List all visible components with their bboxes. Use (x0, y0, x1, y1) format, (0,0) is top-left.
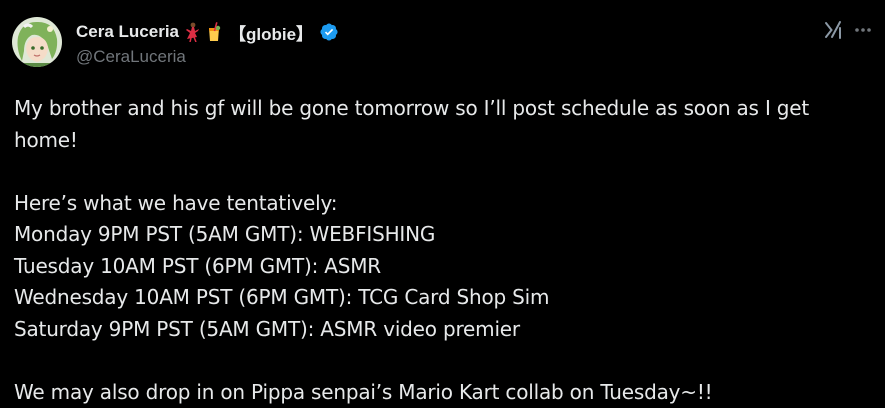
dancer-emoji (183, 22, 201, 42)
tweet-line: Here’s what we have tentatively: (14, 188, 874, 220)
author-handle[interactable]: @CeraLuceria (76, 47, 186, 67)
tweet-line: My brother and his gf will be gone tomor… (14, 93, 874, 125)
display-name-suffix: 【globie】 (229, 20, 313, 45)
schedule-saturday: Saturday 9PM PST (5AM GMT): ASMR video p… (14, 314, 874, 346)
schedule-wednesday: Wednesday 10AM PST (6PM GMT): TCG Card S… (14, 282, 874, 314)
tweet-blank-line (14, 345, 874, 377)
grok-icon[interactable] (823, 19, 845, 41)
schedule-tuesday: Tuesday 10AM PST (6PM GMT): ASMR (14, 251, 874, 283)
tweet-line: home! (14, 125, 874, 157)
tweet-line: We may also drop in on Pippa senpai’s Ma… (14, 377, 874, 408)
schedule-monday: Monday 9PM PST (5AM GMT): WEBFISHING (14, 219, 874, 251)
verified-badge-icon[interactable] (319, 22, 339, 42)
tweet-card: Cera Luceria 【globie】 @CeraLuceria (0, 0, 885, 403)
tweet-text: My brother and his gf will be gone tomor… (14, 93, 874, 408)
display-name[interactable]: Cera Luceria (76, 22, 179, 42)
more-options-icon[interactable] (851, 18, 875, 42)
author-name-row: Cera Luceria 【globie】 (76, 20, 339, 44)
drink-emoji (205, 22, 223, 42)
avatar[interactable] (12, 17, 62, 67)
tweet-blank-line (14, 156, 874, 188)
